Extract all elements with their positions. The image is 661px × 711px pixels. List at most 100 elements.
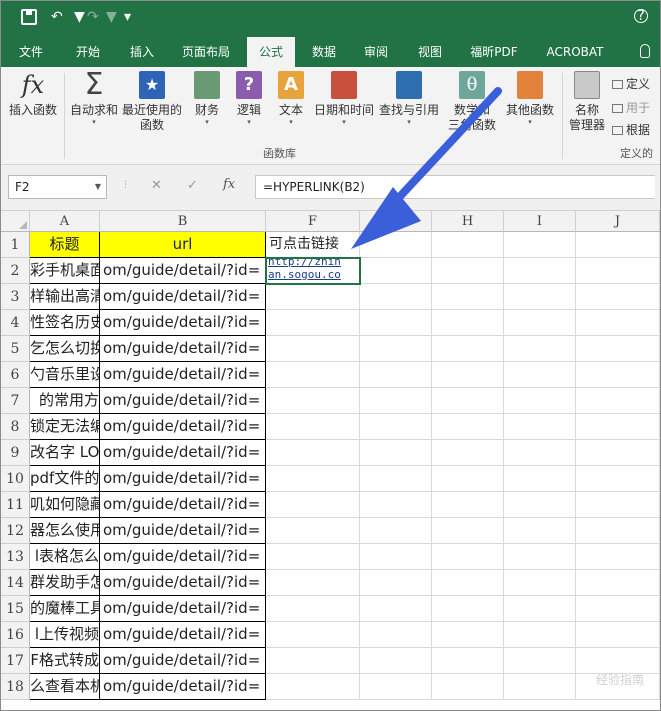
empty-cell[interactable] — [576, 492, 660, 518]
empty-cell[interactable] — [504, 622, 576, 648]
title-cell[interactable]: 性签名历史 — [30, 310, 100, 336]
url-cell[interactable]: om/guide/detail/?id= — [100, 570, 266, 596]
column-header-b[interactable]: B — [100, 211, 266, 232]
empty-cell[interactable] — [432, 284, 504, 310]
title-cell[interactable]: pdf文件的 — [30, 466, 100, 492]
tab-formulas[interactable]: 公式 — [247, 37, 295, 67]
empty-cell[interactable] — [576, 414, 660, 440]
empty-cell[interactable] — [576, 232, 660, 258]
url-cell[interactable]: om/guide/detail/?id= — [100, 284, 266, 310]
empty-cell[interactable] — [266, 622, 360, 648]
help-icon[interactable]: ? — [634, 9, 648, 23]
row-header[interactable]: 18 — [1, 674, 30, 700]
empty-cell[interactable] — [576, 570, 660, 596]
url-cell[interactable]: om/guide/detail/?id= — [100, 414, 266, 440]
header-cell-a[interactable]: 标题 — [30, 232, 100, 258]
empty-cell[interactable] — [360, 622, 432, 648]
title-cell[interactable]: 锁定无法编 — [30, 414, 100, 440]
empty-cell[interactable] — [504, 440, 576, 466]
empty-cell[interactable] — [266, 570, 360, 596]
recently-used-button[interactable]: 最近使用的 函数 — [121, 71, 183, 133]
empty-cell[interactable] — [432, 518, 504, 544]
empty-cell[interactable] — [576, 622, 660, 648]
url-cell[interactable]: om/guide/detail/?id= — [100, 674, 266, 700]
row-header[interactable]: 11 — [1, 492, 30, 518]
url-cell[interactable]: om/guide/detail/?id= — [100, 622, 266, 648]
undo-dropdown-icon[interactable]: ▼ — [74, 9, 85, 25]
hyperlink-text-line2[interactable]: an.sogou.co — [266, 268, 359, 281]
hyperlink-cell[interactable]: http://zhih an.sogou.co — [266, 258, 360, 284]
empty-cell[interactable] — [432, 466, 504, 492]
formula-input[interactable]: =HYPERLINK(B2) — [255, 175, 655, 199]
column-header-a[interactable]: A — [30, 211, 100, 232]
empty-cell[interactable] — [360, 258, 432, 284]
url-cell[interactable]: om/guide/detail/?id= — [100, 596, 266, 622]
empty-cell[interactable] — [504, 518, 576, 544]
column-header-g[interactable]: G — [360, 211, 432, 232]
row-header[interactable]: 5 — [1, 336, 30, 362]
empty-cell[interactable] — [360, 362, 432, 388]
empty-cell[interactable] — [576, 336, 660, 362]
empty-cell[interactable] — [432, 362, 504, 388]
empty-cell[interactable] — [432, 232, 504, 258]
empty-cell[interactable] — [504, 388, 576, 414]
empty-cell[interactable] — [266, 310, 360, 336]
empty-cell[interactable] — [432, 648, 504, 674]
column-header-i[interactable]: I — [504, 211, 576, 232]
empty-cell[interactable] — [576, 440, 660, 466]
empty-cell[interactable] — [504, 466, 576, 492]
use-in-formula-button[interactable]: 用于 — [612, 99, 650, 116]
url-cell[interactable]: om/guide/detail/?id= — [100, 544, 266, 570]
empty-cell[interactable] — [432, 310, 504, 336]
empty-cell[interactable] — [504, 674, 576, 700]
empty-cell[interactable] — [266, 518, 360, 544]
title-cell[interactable]: 叽如何隐藏 — [30, 492, 100, 518]
row-header[interactable]: 8 — [1, 414, 30, 440]
empty-cell[interactable] — [504, 648, 576, 674]
empty-cell[interactable] — [360, 466, 432, 492]
customize-quick-access-icon[interactable]: ▾ — [124, 9, 131, 25]
row-header[interactable]: 7 — [1, 388, 30, 414]
empty-cell[interactable] — [504, 414, 576, 440]
title-cell[interactable]: 么查看本机 — [30, 674, 100, 700]
empty-cell[interactable] — [504, 284, 576, 310]
empty-cell[interactable] — [360, 492, 432, 518]
empty-cell[interactable] — [576, 596, 660, 622]
name-box[interactable]: F2 ▼ — [8, 175, 107, 199]
row-header[interactable]: 15 — [1, 596, 30, 622]
empty-cell[interactable] — [576, 310, 660, 336]
row-header[interactable]: 9 — [1, 440, 30, 466]
empty-cell[interactable] — [266, 674, 360, 700]
title-cell[interactable]: 乞怎么切换 — [30, 336, 100, 362]
empty-cell[interactable] — [432, 674, 504, 700]
column-header-j[interactable]: J — [576, 211, 660, 232]
row-header[interactable]: 16 — [1, 622, 30, 648]
autosum-button[interactable]: Σ 自动求和 ▾ — [67, 70, 121, 127]
row-header[interactable]: 17 — [1, 648, 30, 674]
column-header-h[interactable]: H — [432, 211, 504, 232]
empty-cell[interactable] — [360, 336, 432, 362]
title-cell[interactable]: 的常用方 — [30, 388, 100, 414]
select-all-corner[interactable] — [1, 211, 30, 232]
redo-dropdown-icon[interactable]: ▼ — [106, 9, 117, 25]
url-cell[interactable]: om/guide/detail/?id= — [100, 518, 266, 544]
empty-cell[interactable] — [504, 362, 576, 388]
empty-cell[interactable] — [360, 310, 432, 336]
more-functions-button[interactable]: 其他函数 ▾ — [503, 71, 557, 126]
title-cell[interactable]: 改名字 LOL — [30, 440, 100, 466]
empty-cell[interactable] — [576, 466, 660, 492]
row-header[interactable]: 12 — [1, 518, 30, 544]
define-name-button[interactable]: 定义 — [612, 75, 650, 92]
empty-cell[interactable] — [504, 336, 576, 362]
empty-cell[interactable] — [266, 440, 360, 466]
empty-cell[interactable] — [360, 570, 432, 596]
cancel-icon[interactable]: ✕ — [151, 178, 162, 193]
lookup-reference-button[interactable]: 查找与引用 ▾ — [377, 71, 441, 126]
math-trig-button[interactable]: θ 数学和 三角函数 — [443, 71, 501, 133]
empty-cell[interactable] — [360, 440, 432, 466]
empty-cell[interactable] — [360, 284, 432, 310]
save-icon[interactable] — [21, 9, 37, 25]
tab-data[interactable]: 数据 — [301, 37, 347, 67]
empty-cell[interactable] — [360, 414, 432, 440]
name-manager-button[interactable]: 名称 管理器 — [565, 71, 609, 133]
